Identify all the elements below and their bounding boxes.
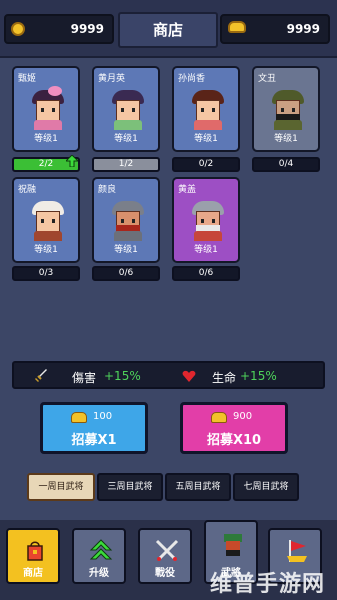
life-value: +15% [240,369,277,383]
hero-level: 等级1 [274,134,298,144]
nav-shop[interactable]: 商店 [6,528,60,584]
shop-bag-icon [27,541,43,561]
hero-progress: 1/2 [92,157,160,172]
watermark: 维普手游网 [210,572,326,597]
hero-name: 黄月英 [98,74,126,84]
hero-portrait-icon [266,86,310,130]
hero-progress: 0/3 [12,266,80,281]
ingot-amount: 9999 [286,22,320,36]
coin-amount: 9999 [70,22,104,36]
hero-level: 等级1 [34,134,58,144]
hero-progress: 0/6 [172,266,240,281]
hero-card-huangyueying[interactable]: 黄月英 等级1 [92,66,160,152]
coin-counter: 9999 [4,14,114,44]
hero-progress: 0/6 [92,266,160,281]
hero-card-wenchou[interactable]: 文丑 等级1 [252,66,320,152]
hero-level: 等级1 [194,245,218,255]
hero-card-huanggai[interactable]: 黄盖 等级1 [172,177,240,263]
tab-cycle-5[interactable]: 五周目武将 [165,473,231,501]
upgrade-arrows-icon [89,539,113,560]
coin-icon [11,22,25,36]
page-title: 商店 [118,12,218,48]
nav-upgrade[interactable]: 升级 [72,528,126,584]
recruit-x10-label: 招募X10 [206,433,262,448]
life-label: 生命 [212,371,237,385]
hero-card-zhurong[interactable]: 祝融 等级1 [12,177,80,263]
nav-upgrade-label: 升级 [89,568,109,579]
hero-name: 黄盖 [178,185,197,195]
nav-battle-label: 戰役 [155,568,175,579]
hero-portrait-icon [26,86,70,130]
hero-card-yanliang[interactable]: 颜良 等级1 [92,177,160,263]
hero-level: 等级1 [114,134,138,144]
flag-icon [287,540,307,562]
hero-name: 祝融 [18,185,37,195]
gold-ingot-icon [211,412,227,423]
nav-battle[interactable]: 戰役 [138,528,192,584]
hero-progress: 0/4 [252,157,320,172]
hero-portrait-icon [106,197,150,241]
hero-name: 文丑 [258,74,277,84]
hero-portrait-icon [186,86,230,130]
nav-shop-label: 商店 [23,568,43,579]
tab-cycle-1[interactable]: 一周目武将 [27,473,95,501]
bonus-stats-bar: 傷害 +15% 生命 +15% [12,361,325,389]
top-bar: 9999 商店 9999 [0,0,337,58]
gold-ingot-icon [228,21,246,33]
recruit-x1-label: 招募X1 [71,433,117,448]
hero-card-sunshangxiang[interactable]: 孙尚香 等级1 [172,66,240,152]
recruit-x1-price: 100 [93,411,113,422]
tab-cycle-3[interactable]: 三周目武将 [97,473,163,501]
hero-name: 颜良 [98,185,117,195]
hero-level: 等级1 [114,245,138,255]
hero-portrait-icon [106,86,150,130]
sword-icon [35,369,47,382]
hero-portrait-icon [26,197,70,241]
tab-cycle-7[interactable]: 七周目武将 [233,473,299,501]
damage-label: 傷害 [72,371,97,385]
hero-name: 甄姬 [18,74,37,84]
recruit-x10-button[interactable]: 900 招募X10 [180,402,288,454]
general-portrait-icon [224,534,242,556]
hero-progress: 0/2 [172,157,240,172]
hero-name: 孙尚香 [178,74,206,84]
gold-ingot-icon [71,412,87,423]
hero-level: 等级1 [194,134,218,144]
recruit-x10-price: 900 [233,411,253,422]
ingot-counter: 9999 [220,14,330,44]
recruit-x1-button[interactable]: 100 招募X1 [40,402,148,454]
hero-portrait-icon [186,197,230,241]
hero-level: 等级1 [34,245,58,255]
heart-icon [182,370,196,382]
crossed-swords-icon [155,539,179,562]
hero-card-zhenji[interactable]: 甄姬 等级1 [12,66,80,152]
upgrade-arrow-icon [66,155,78,167]
damage-value: +15% [104,369,141,383]
